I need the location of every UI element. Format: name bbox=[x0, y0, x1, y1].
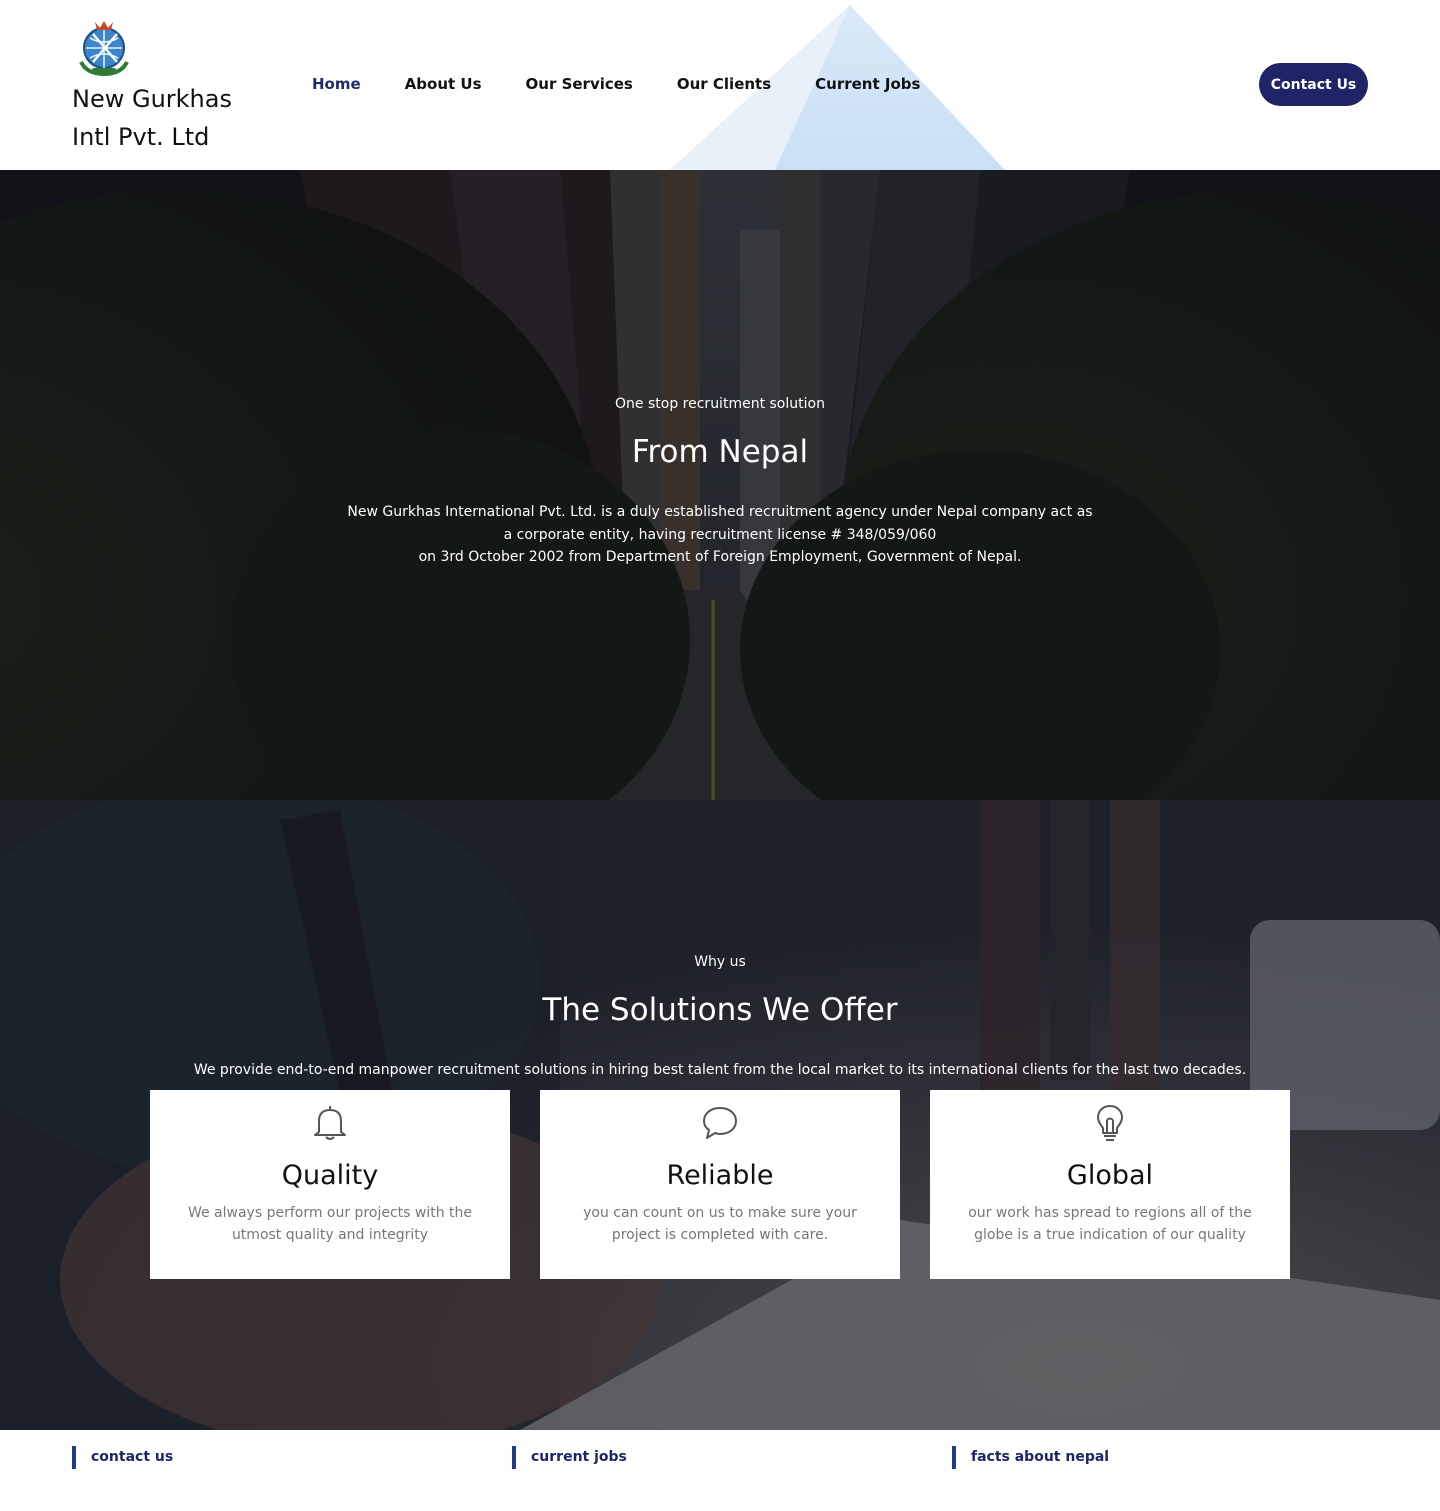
feature-cards: Quality We always perform our projects w… bbox=[150, 1090, 1290, 1279]
feature-card-text: We always perform our projects with the … bbox=[187, 1205, 473, 1243]
hero-content: One stop recruitment solution From Nepal… bbox=[0, 394, 1440, 569]
why-us-description: We provide end-to-end manpower recruitme… bbox=[193, 1062, 1247, 1078]
nav-our-clients[interactable]: Our Clients bbox=[677, 74, 771, 94]
brand-name-line1: New Gurkhas bbox=[72, 85, 232, 113]
hero-description: New Gurkhas International Pvt. Ltd. is a… bbox=[0, 501, 1440, 569]
why-us-header: Why us The Solutions We Offer We provide… bbox=[0, 952, 1440, 1080]
why-us-kicker: Why us bbox=[694, 954, 746, 970]
hero-description-line: on 3rd October 2002 from Department of F… bbox=[418, 549, 1022, 565]
feature-card-title: Global bbox=[1066, 1160, 1154, 1191]
brand[interactable]: New Gurkhas Intl Pvt. Ltd bbox=[72, 16, 272, 156]
footer-heading-current-jobs[interactable]: current jobs bbox=[512, 1446, 627, 1469]
brand-name: New Gurkhas Intl Pvt. Ltd bbox=[72, 80, 272, 156]
hero-description-line: New Gurkhas International Pvt. Ltd. is a… bbox=[347, 504, 1093, 520]
nav-current-jobs[interactable]: Current Jobs bbox=[815, 74, 920, 94]
footer-heading-facts-about-nepal[interactable]: facts about nepal bbox=[952, 1446, 1109, 1469]
nav-about-us[interactable]: About Us bbox=[405, 74, 482, 94]
lightbulb-icon bbox=[1097, 1105, 1123, 1141]
nav-our-services[interactable]: Our Services bbox=[526, 74, 633, 94]
site-header: New Gurkhas Intl Pvt. Ltd Home About Us … bbox=[0, 0, 1440, 170]
nav-home[interactable]: Home bbox=[312, 74, 361, 94]
footer-heading-contact-us[interactable]: contact us bbox=[72, 1446, 173, 1469]
main-nav: Home About Us Our Services Our Clients C… bbox=[312, 74, 964, 94]
hero-kicker: One stop recruitment solution bbox=[615, 396, 825, 412]
contact-us-button[interactable]: Contact Us bbox=[1259, 63, 1368, 106]
hero-title: From Nepal bbox=[631, 434, 809, 470]
feature-card-text: our work has spread to regions all of th… bbox=[968, 1205, 1252, 1243]
feature-card-title: Reliable bbox=[666, 1160, 774, 1191]
feature-card-global: Global our work has spread to regions al… bbox=[930, 1090, 1290, 1279]
feature-card-title: Quality bbox=[281, 1160, 379, 1191]
hero-description-line: a corporate entity, having recruitment l… bbox=[503, 526, 937, 543]
hero-section: One stop recruitment solution From Nepal… bbox=[0, 170, 1440, 800]
bell-icon bbox=[314, 1106, 346, 1140]
feature-card-reliable: Reliable you can count on us to make sur… bbox=[540, 1090, 900, 1279]
why-us-section: Why us The Solutions We Offer We provide… bbox=[0, 800, 1440, 1430]
footer-strip: contact us current jobs facts about nepa… bbox=[0, 1430, 1440, 1511]
feature-card-text: you can count on us to make sure your pr… bbox=[583, 1205, 857, 1243]
why-us-title: The Solutions We Offer bbox=[542, 992, 898, 1028]
feature-card-quality: Quality We always perform our projects w… bbox=[150, 1090, 510, 1279]
brand-name-line2: Intl Pvt. Ltd bbox=[72, 123, 210, 151]
chat-bubble-icon bbox=[703, 1107, 737, 1139]
company-logo bbox=[79, 21, 129, 77]
